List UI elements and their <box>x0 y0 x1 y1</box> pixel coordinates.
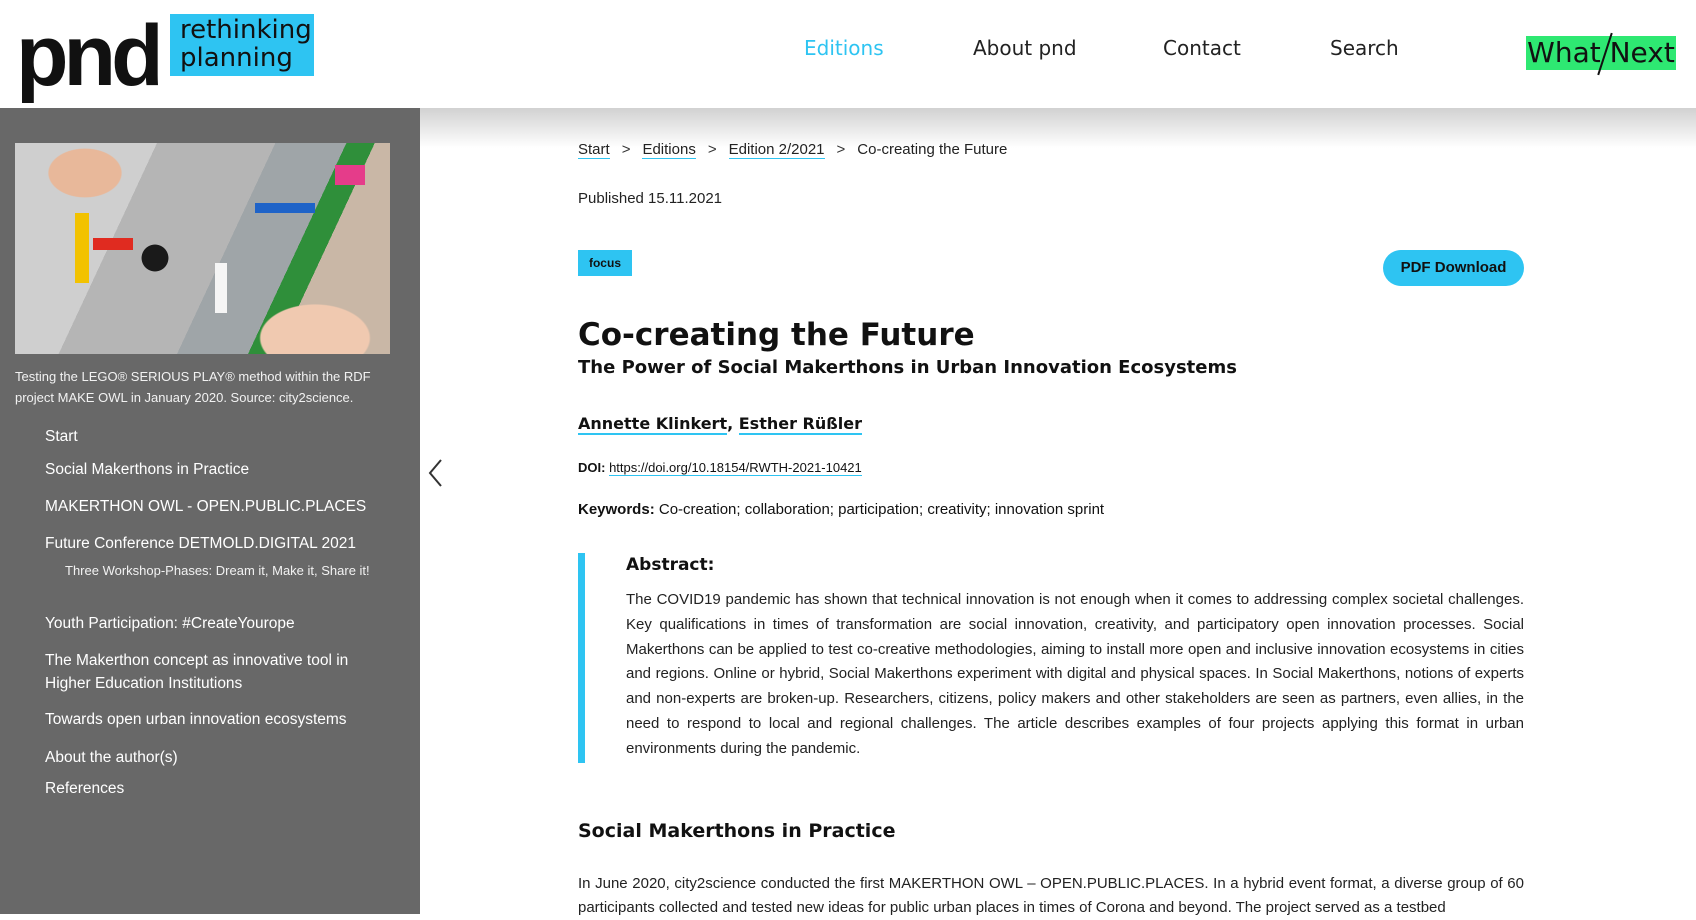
sidebar-hero-image <box>15 143 390 354</box>
lego-brick <box>335 165 365 185</box>
toc-subitem-workshop-phases[interactable]: Three Workshop-Phases: Dream it, Make it… <box>65 561 375 580</box>
lego-brick <box>215 263 227 313</box>
keywords-label: Keywords: <box>578 501 655 518</box>
author-link[interactable]: Esther Rüßler <box>738 414 862 435</box>
toc-item-youth-participation[interactable]: Youth Participation: #CreateYourope <box>45 612 375 635</box>
lego-brick <box>93 238 133 250</box>
pdf-download-button[interactable]: PDF Download <box>1383 250 1524 286</box>
section-paragraph: In June 2020, city2science conducted the… <box>578 875 1524 916</box>
breadcrumb-separator: > <box>707 141 717 158</box>
logo-wordmark: pnd <box>16 8 164 104</box>
nav-search[interactable]: Search <box>1330 36 1399 60</box>
logo-tagline-line2: planning <box>180 43 293 73</box>
nav-about[interactable]: About pnd <box>973 36 1077 60</box>
article-title: Co-creating the Future <box>578 317 975 353</box>
published-date: Published 15.11.2021 <box>578 190 723 207</box>
keywords-line: Keywords: Co-creation; collaboration; pa… <box>578 501 1104 518</box>
breadcrumb-edition[interactable]: Edition 2/2021 <box>728 141 825 159</box>
lego-brick <box>255 203 315 213</box>
doi-line: DOI: https://doi.org/10.18154/RWTH-2021-… <box>578 460 862 476</box>
breadcrumb-separator: > <box>836 141 846 158</box>
keywords-value: Co-creation; collaboration; participatio… <box>658 501 1105 518</box>
toc-item-references[interactable]: References <box>45 777 375 800</box>
author-link[interactable]: Annette Klinkert <box>578 414 728 435</box>
lego-brick <box>75 213 89 283</box>
section-heading: Social Makerthons in Practice <box>578 820 896 842</box>
doi-label: DOI: <box>578 460 606 475</box>
toc-item-start[interactable]: Start <box>45 425 375 448</box>
toc-item-about-authors[interactable]: About the author(s) <box>45 746 375 769</box>
image-caption: Testing the LEGO® SERIOUS PLAY® method w… <box>15 369 371 405</box>
collapse-sidebar-chevron-icon[interactable] <box>427 458 445 488</box>
breadcrumb-start[interactable]: Start <box>578 141 610 159</box>
site-header: pnd rethinking planning Editions About p… <box>0 0 1696 108</box>
nav-contact[interactable]: Contact <box>1163 36 1241 60</box>
abstract-accent-bar <box>578 553 585 763</box>
toc-item-makerthon-owl[interactable]: MAKERTHON OWL - OPEN.PUBLIC.PLACES <box>45 495 375 518</box>
toc-item-open-ecosystems[interactable]: Towards open urban innovation ecosystems <box>45 708 375 731</box>
toc-item-makerthon-concept[interactable]: The Makerthon concept as innovative tool… <box>45 649 375 695</box>
article-sidebar: Testing the LEGO® SERIOUS PLAY® method w… <box>0 108 420 914</box>
breadcrumb: Start > Editions > Edition 2/2021 > Co-creatin… <box>578 141 1008 159</box>
abstract-heading: Abstract: <box>626 555 715 575</box>
logo-tagline-line1: rethinking <box>180 15 312 45</box>
breadcrumb-separator: > <box>621 141 631 158</box>
breadcrumb-current: Co-creating the Future <box>857 141 1008 158</box>
article-subtitle: The Power of Social Makerthons in Urban … <box>578 357 1237 378</box>
author-separator: , <box>727 414 739 433</box>
category-tag[interactable]: focus <box>578 250 632 276</box>
toc-item-future-conference[interactable]: Future Conference DETMOLD.DIGITAL 2021 <box>45 532 375 555</box>
abstract-text: The COVID19 pandemic has shown that tech… <box>626 591 1524 757</box>
nav-editions[interactable]: Editions <box>804 36 884 60</box>
toc-item-social-makerthons[interactable]: Social Makerthons in Practice <box>45 458 375 481</box>
doi-link[interactable]: https://doi.org/10.18154/RWTH-2021-10421 <box>609 460 862 476</box>
author-list: Annette Klinkert, Esther Rüßler <box>578 414 862 435</box>
breadcrumb-editions[interactable]: Editions <box>642 141 696 159</box>
whatnext-button[interactable]: What Next <box>1526 32 1676 76</box>
logo-tagline-box: rethinking planning <box>170 14 314 76</box>
